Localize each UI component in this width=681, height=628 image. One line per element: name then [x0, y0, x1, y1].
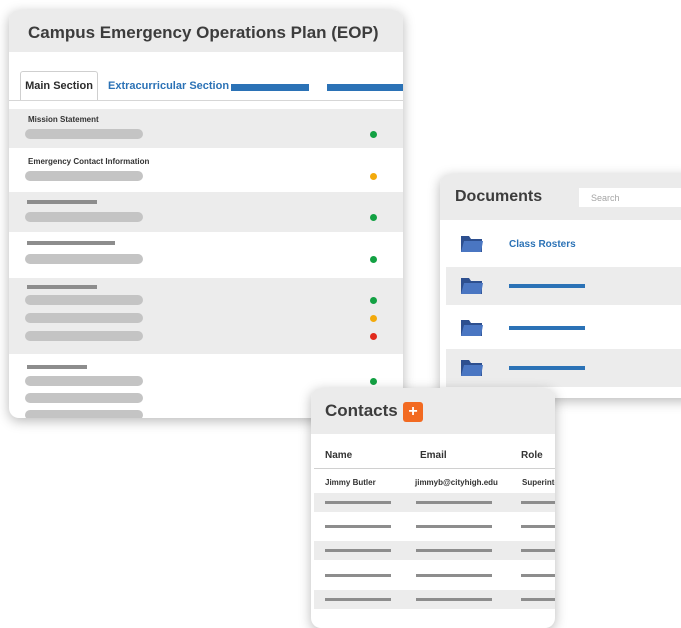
- placeholder-cell: [325, 598, 391, 601]
- placeholder-field: [25, 212, 143, 222]
- placeholder-cell: [416, 549, 492, 552]
- document-item[interactable]: [446, 267, 681, 305]
- document-item[interactable]: [446, 309, 681, 347]
- placeholder-cell: [416, 574, 492, 577]
- placeholder-cell: [521, 574, 555, 577]
- document-label[interactable]: Class Rosters: [509, 239, 576, 250]
- documents-panel: Documents Class Rosters: [440, 174, 681, 398]
- tab-placeholder[interactable]: [231, 84, 309, 91]
- status-dot-yellow: [370, 173, 377, 180]
- table-row[interactable]: [314, 590, 555, 609]
- placeholder-field: [25, 313, 143, 323]
- eop-title: Campus Emergency Operations Plan (EOP): [9, 10, 403, 52]
- row-label: Mission Statement: [28, 115, 99, 124]
- eop-row[interactable]: [9, 232, 403, 278]
- folder-icon: [461, 236, 483, 252]
- placeholder-field: [25, 393, 143, 403]
- table-row[interactable]: [314, 541, 555, 560]
- status-dot-yellow: [370, 315, 377, 322]
- placeholder-label: [27, 241, 115, 245]
- column-header-role[interactable]: Role: [521, 450, 543, 461]
- placeholder-cell: [521, 549, 555, 552]
- divider: [314, 468, 555, 469]
- contact-email: jimmyb@cityhigh.edu: [415, 478, 498, 487]
- contact-role: Superintendent: [522, 478, 555, 487]
- eop-row-mission-statement[interactable]: Mission Statement: [9, 109, 403, 148]
- placeholder-field: [25, 295, 143, 305]
- contacts-title: Contacts: [325, 401, 398, 420]
- placeholder-cell: [325, 525, 391, 528]
- status-dot-green: [370, 378, 377, 385]
- placeholder-cell: [416, 501, 492, 504]
- status-dot-red: [370, 333, 377, 340]
- placeholder-field: [25, 129, 143, 139]
- folder-icon: [461, 360, 483, 376]
- documents-title: Documents: [455, 188, 543, 205]
- document-item[interactable]: [446, 349, 681, 387]
- placeholder-cell: [416, 525, 492, 528]
- status-dot-green: [370, 131, 377, 138]
- placeholder-label: [27, 285, 97, 289]
- folder-icon: [461, 278, 483, 294]
- search-input[interactable]: [579, 188, 681, 207]
- placeholder-field: [25, 376, 143, 386]
- table-row[interactable]: [314, 566, 555, 585]
- placeholder-cell: [521, 525, 555, 528]
- document-link-placeholder[interactable]: [509, 284, 585, 288]
- placeholder-label: [27, 365, 87, 369]
- table-row[interactable]: [314, 493, 555, 512]
- status-dot-green: [370, 297, 377, 304]
- document-item[interactable]: Class Rosters: [446, 225, 681, 263]
- eop-tabs: Main Section Extracurricular Section: [9, 60, 403, 101]
- placeholder-cell: [416, 598, 492, 601]
- eop-panel: Campus Emergency Operations Plan (EOP) M…: [9, 10, 403, 418]
- row-label: Emergency Contact Information: [28, 157, 150, 166]
- table-row[interactable]: [314, 517, 555, 536]
- status-dot-green: [370, 214, 377, 221]
- placeholder-label: [27, 200, 97, 204]
- tab-extracurricular-section[interactable]: Extracurricular Section: [108, 80, 229, 92]
- placeholder-field: [25, 171, 143, 181]
- column-header-name[interactable]: Name: [325, 450, 352, 461]
- placeholder-cell: [521, 598, 555, 601]
- placeholder-field: [25, 410, 143, 418]
- eop-row-emergency-contact[interactable]: Emergency Contact Information: [9, 148, 403, 192]
- placeholder-cell: [325, 574, 391, 577]
- contacts-panel: Contacts + Name Email Role Jimmy Butler …: [311, 388, 555, 628]
- contact-name: Jimmy Butler: [325, 478, 376, 487]
- add-contact-button[interactable]: +: [403, 402, 423, 422]
- status-dot-green: [370, 256, 377, 263]
- placeholder-field: [25, 331, 143, 341]
- folder-icon: [461, 320, 483, 336]
- document-link-placeholder[interactable]: [509, 366, 585, 370]
- eop-row[interactable]: [9, 278, 403, 354]
- contacts-header: Contacts +: [311, 388, 555, 434]
- document-link-placeholder[interactable]: [509, 326, 585, 330]
- placeholder-field: [25, 254, 143, 264]
- documents-header: Documents: [440, 174, 681, 220]
- tab-placeholder[interactable]: [327, 84, 403, 91]
- column-header-email[interactable]: Email: [420, 450, 447, 461]
- placeholder-cell: [521, 501, 555, 504]
- eop-row[interactable]: [9, 192, 403, 232]
- placeholder-cell: [325, 501, 391, 504]
- placeholder-cell: [325, 549, 391, 552]
- tab-main-section[interactable]: Main Section: [20, 71, 98, 100]
